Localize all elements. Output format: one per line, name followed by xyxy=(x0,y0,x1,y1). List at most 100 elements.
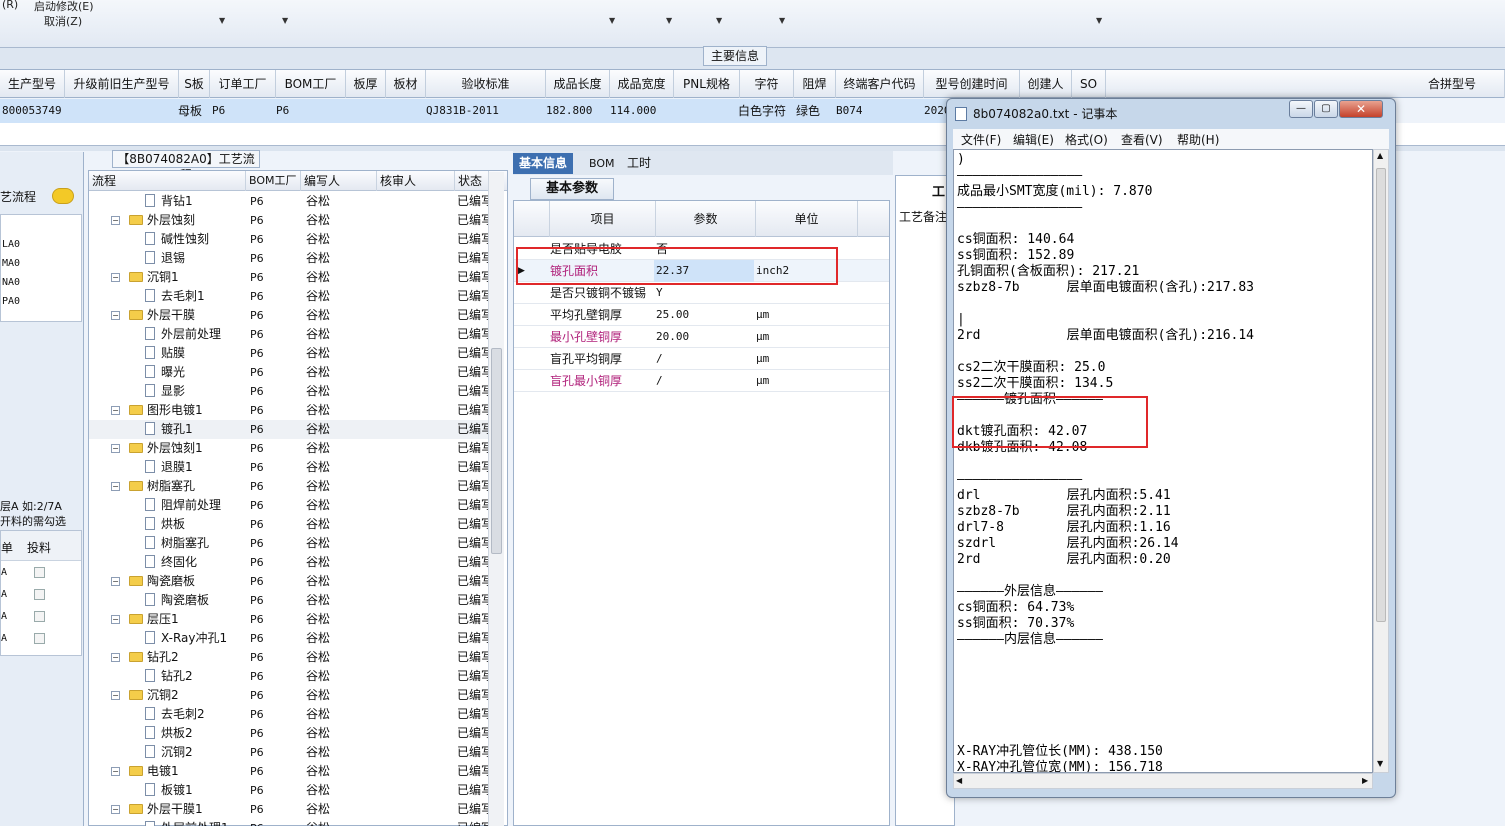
table-row[interactable]: 最小孔壁铜厚 20.00 μm xyxy=(514,326,889,348)
col-header[interactable]: 成品宽度 xyxy=(610,70,674,98)
tree-row[interactable]: 显影 P6 谷松 已编写 xyxy=(89,382,489,401)
tree-row[interactable]: X-Ray冲孔1 P6 谷松 已编写 xyxy=(89,629,489,648)
chevron-down-icon[interactable]: ▼ xyxy=(282,16,288,25)
tree-row[interactable]: − 沉铜1 P6 谷松 已编写 xyxy=(89,268,489,287)
menu-edit[interactable]: 编辑(E) xyxy=(1013,131,1054,148)
table-row[interactable]: 平均孔壁铜厚 25.00 μm xyxy=(514,304,889,326)
chevron-down-icon[interactable]: ▼ xyxy=(716,16,722,25)
collapse-icon[interactable]: − xyxy=(111,767,120,776)
col-header[interactable]: BOM工厂 xyxy=(246,171,301,191)
checkbox[interactable] xyxy=(34,567,45,578)
start-edit-button[interactable]: 启动修改(E) xyxy=(34,0,94,14)
right-tab[interactable]: 工 xyxy=(932,181,945,200)
table-row[interactable]: 盲孔最小铜厚 / μm xyxy=(514,370,889,392)
col-header[interactable]: 验收标准 xyxy=(426,70,546,98)
tree-row[interactable]: 外层前处理1 P6 谷松 已编写 xyxy=(89,819,489,826)
tree-row[interactable]: 终固化 P6 谷松 已编写 xyxy=(89,553,489,572)
tree-row[interactable]: − 电镀1 P6 谷松 已编写 xyxy=(89,762,489,781)
collapse-icon[interactable]: − xyxy=(111,273,120,282)
param-value[interactable]: / xyxy=(656,348,663,370)
tree-row[interactable]: − 陶瓷磨板 P6 谷松 已编写 xyxy=(89,572,489,591)
maximize-icon[interactable]: ▢ xyxy=(1314,100,1338,118)
chevron-down-icon[interactable]: ▼ xyxy=(666,16,672,25)
col-header[interactable]: 状态 xyxy=(455,171,489,191)
checkbox[interactable] xyxy=(34,633,45,644)
tree-row[interactable]: − 外层干膜1 P6 谷松 已编写 xyxy=(89,800,489,819)
scrollbar-thumb[interactable] xyxy=(1376,168,1386,622)
col-header[interactable]: BOM工厂 xyxy=(276,70,346,98)
collapse-icon[interactable]: − xyxy=(111,805,120,814)
tab-basic-info[interactable]: 基本信息 xyxy=(513,153,574,174)
chevron-down-icon[interactable]: ▼ xyxy=(219,16,225,25)
scroll-up-icon[interactable]: ▲ xyxy=(1377,151,1383,160)
tree-row[interactable]: 烘板 P6 谷松 已编写 xyxy=(89,515,489,534)
tree-row[interactable]: − 钻孔2 P6 谷松 已编写 xyxy=(89,648,489,667)
tree-row[interactable]: − 图形电镀1 P6 谷松 已编写 xyxy=(89,401,489,420)
chat-bubble-icon[interactable] xyxy=(52,188,74,204)
list-item[interactable]: MA0 xyxy=(2,258,20,269)
scroll-left-icon[interactable]: ◀ xyxy=(956,776,962,785)
vertical-scrollbar[interactable]: ▲ ▼ xyxy=(1373,149,1389,773)
col-header[interactable]: 板材 xyxy=(386,70,426,98)
tree-row[interactable]: − 外层干膜 P6 谷松 已编写 xyxy=(89,306,489,325)
tree-row[interactable]: 贴膜 P6 谷松 已编写 xyxy=(89,344,489,363)
chevron-down-icon[interactable]: ▼ xyxy=(779,16,785,25)
collapse-icon[interactable]: − xyxy=(111,406,120,415)
tree-row[interactable]: 退膜1 P6 谷松 已编写 xyxy=(89,458,489,477)
tree-row[interactable]: 去毛刺1 P6 谷松 已编写 xyxy=(89,287,489,306)
tree-row[interactable]: 去毛刺2 P6 谷松 已编写 xyxy=(89,705,489,724)
list-item[interactable]: LA0 xyxy=(2,239,20,250)
table-row[interactable]: 800053749 母板 P6 P6 QJ831B-2011 182.800 1… xyxy=(0,99,951,123)
collapse-icon[interactable]: − xyxy=(111,653,120,662)
collapse-icon[interactable]: − xyxy=(111,444,120,453)
col-header[interactable]: 合拼型号 xyxy=(1400,70,1505,98)
horizontal-scrollbar[interactable]: ◀ ▶ xyxy=(953,773,1373,789)
tree-row[interactable]: 外层前处理 P6 谷松 已编写 xyxy=(89,325,489,344)
list-item[interactable]: PA0 xyxy=(2,296,20,307)
tab-work-hours[interactable]: 工时 xyxy=(621,153,657,174)
col-header[interactable]: 项目 xyxy=(550,201,656,237)
tree-row[interactable]: − 层压1 P6 谷松 已编写 xyxy=(89,610,489,629)
table-row[interactable]: 是否只镀铜不镀锡 Y xyxy=(514,282,889,304)
col-header[interactable]: 参数 xyxy=(656,201,756,237)
col-header[interactable]: 创建人 xyxy=(1020,70,1072,98)
col-header[interactable]: 编写人 xyxy=(301,171,377,191)
tree-row[interactable]: 阻焊前处理 P6 谷松 已编写 xyxy=(89,496,489,515)
tree-row[interactable]: 碱性蚀刻 P6 谷松 已编写 xyxy=(89,230,489,249)
col-header[interactable]: SO xyxy=(1072,70,1106,98)
tree-row[interactable]: 背钻1 P6 谷松 已编写 xyxy=(89,192,489,211)
col-header[interactable]: 流程 xyxy=(89,171,246,191)
tree-row[interactable]: 退锡 P6 谷松 已编写 xyxy=(89,249,489,268)
col-header[interactable]: 核审人 xyxy=(377,171,455,191)
tree-row[interactable]: 树脂塞孔 P6 谷松 已编写 xyxy=(89,534,489,553)
col-header[interactable]: 型号创建时间 xyxy=(924,70,1020,98)
chevron-down-icon[interactable]: ▼ xyxy=(1096,16,1102,25)
tree-row[interactable]: − 外层蚀刻1 P6 谷松 已编写 xyxy=(89,439,489,458)
collapse-icon[interactable]: − xyxy=(111,615,120,624)
scrollbar-thumb[interactable] xyxy=(491,348,502,554)
list-item[interactable]: NA0 xyxy=(2,277,20,288)
chevron-down-icon[interactable]: ▼ xyxy=(609,16,615,25)
col-header[interactable]: 阻焊 xyxy=(794,70,836,98)
col-header[interactable]: 单位 xyxy=(756,201,858,237)
param-value[interactable]: / xyxy=(656,370,663,392)
tree-row[interactable]: 板镀1 P6 谷松 已编写 xyxy=(89,781,489,800)
col-header[interactable]: 板厚 xyxy=(346,70,386,98)
tree-row[interactable]: − 沉铜2 P6 谷松 已编写 xyxy=(89,686,489,705)
checkbox[interactable] xyxy=(34,611,45,622)
process-scrollbar[interactable] xyxy=(488,172,504,826)
checkbox[interactable] xyxy=(34,589,45,600)
col-header[interactable]: 升级前旧生产型号 xyxy=(65,70,179,98)
collapse-icon[interactable]: − xyxy=(111,577,120,586)
minimize-icon[interactable]: — xyxy=(1289,100,1313,118)
tree-row[interactable]: 陶瓷磨板 P6 谷松 已编写 xyxy=(89,591,489,610)
cancel-button[interactable]: 取消(Z) xyxy=(44,13,82,29)
tree-row[interactable]: − 外层蚀刻 P6 谷松 已编写 xyxy=(89,211,489,230)
close-icon[interactable]: ✕ xyxy=(1339,100,1383,118)
col-header[interactable]: 订单工厂 xyxy=(210,70,276,98)
col-header[interactable]: 生产型号 xyxy=(0,70,65,98)
table-row[interactable]: 盲孔平均铜厚 / μm xyxy=(514,348,889,370)
tree-row[interactable]: − 树脂塞孔 P6 谷松 已编写 xyxy=(89,477,489,496)
param-value[interactable]: Y xyxy=(656,282,663,304)
tree-row[interactable]: 烘板2 P6 谷松 已编写 xyxy=(89,724,489,743)
